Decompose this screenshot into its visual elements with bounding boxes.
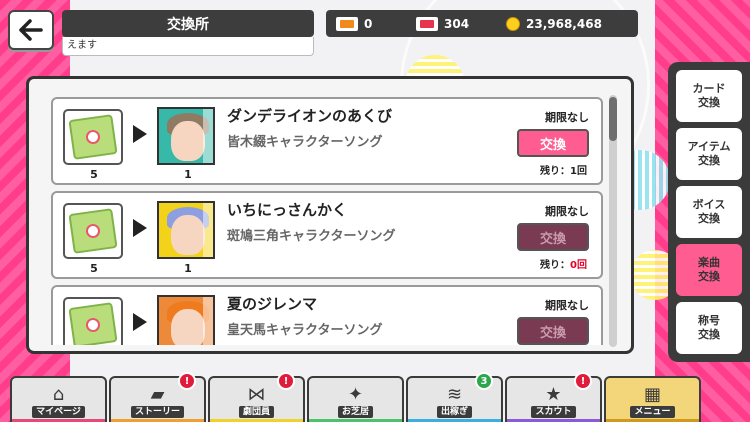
arrow-right-icon	[133, 125, 147, 143]
nav-troupe[interactable]: ! ⋈ 劇団員	[208, 372, 305, 422]
scrollbar[interactable]	[609, 95, 617, 347]
bowtie-icon: ⋈	[247, 384, 266, 405]
back-arrow-icon	[19, 19, 43, 41]
exchange-ticket-icon	[68, 114, 118, 160]
exchange-button[interactable]: 交換	[517, 317, 589, 345]
nav-story[interactable]: ! ▰ ストーリー	[109, 372, 206, 422]
nav-scout[interactable]: ! ★ スカウト	[505, 372, 602, 422]
book-icon: ▰	[150, 384, 165, 405]
currency-value: 23,968,468	[526, 16, 602, 31]
tab-title-exchange[interactable]: 称号 交換	[676, 302, 742, 354]
deadline-label: 期限なし	[545, 299, 589, 312]
house-icon: ⌂	[52, 384, 65, 405]
arrow-right-icon	[133, 313, 147, 331]
tab-music-exchange[interactable]: 楽曲 交換	[676, 244, 742, 296]
currency-value: 304	[444, 16, 470, 31]
nav-menu[interactable]: ▦ メニュー	[604, 376, 701, 422]
grid-icon: ▦	[643, 384, 661, 405]
deadline-label: 期限なし	[545, 111, 589, 124]
exchange-list[interactable]: 5 1 ダンデライオンのあくび 皆木綴キャラクターソング 期限なし 交換 残り：…	[51, 97, 607, 345]
exchange-row: 5 1 ダンデライオンのあくび 皆木綴キャラクターソング 期限なし 交換 残り：…	[51, 97, 603, 185]
character-thumbnail	[157, 295, 215, 345]
remaining-count: 残り：0回	[540, 260, 587, 271]
currency-value: 0	[364, 16, 373, 31]
arrow-right-icon	[133, 219, 147, 237]
page-subtitle: えます	[62, 37, 314, 56]
notification-badge: !	[277, 372, 295, 390]
song-subtitle: 皇天馬キャラクターソング	[227, 323, 383, 338]
currency-bar: 0 304 23,968,468	[326, 10, 638, 37]
nav-dekasegi[interactable]: 3 ≋ 出稼ぎ	[406, 372, 503, 422]
scrollbar-thumb[interactable]	[609, 97, 617, 141]
nav-play[interactable]: ✦ お芝居	[307, 376, 404, 422]
tab-voice-exchange[interactable]: ボイス 交換	[676, 186, 742, 238]
notification-badge: 3	[475, 372, 493, 390]
currency-red-ticket: 304	[416, 16, 506, 31]
exchange-row: 5 1 いちにっさんかく 斑鳩三角キャラクターソング 期限なし 交換 残り：0回	[51, 191, 603, 279]
coin-icon	[506, 16, 520, 31]
exchange-row: 夏のジレンマ 皇天馬キャラクターソング 期限なし 交換	[51, 285, 603, 345]
back-button[interactable]	[8, 10, 54, 50]
character-thumbnail	[157, 201, 215, 259]
bottom-nav: ⌂ マイページ ! ▰ ストーリー ! ⋈ 劇団員 ✦ お芝居 3 ≋ 出稼ぎ …	[10, 372, 750, 422]
remaining-count: 残り：1回	[540, 166, 587, 177]
currency-coins: 23,968,468	[506, 16, 636, 31]
song-title: いちにっさんかく	[227, 201, 348, 219]
character-thumbnail	[157, 107, 215, 165]
cost-count: 5	[90, 168, 98, 181]
exchange-ticket-icon	[68, 208, 118, 254]
exchange-ticket-icon	[68, 302, 118, 345]
tab-item-exchange[interactable]: アイテム 交換	[676, 128, 742, 180]
currency-orange-ticket: 0	[336, 16, 416, 31]
star-badge-icon: ★	[545, 384, 562, 405]
exchange-button[interactable]: 交換	[517, 223, 589, 251]
coins-icon: ≋	[446, 384, 463, 405]
cost-count: 5	[90, 262, 98, 275]
category-tabs: カード 交換 アイテム 交換 ボイス 交換 楽曲 交換 称号 交換	[668, 62, 750, 362]
song-subtitle: 斑鳩三角キャラクターソング	[227, 229, 396, 244]
ticket-cost-box	[63, 297, 123, 345]
red-ticket-icon	[416, 16, 438, 31]
reward-count: 1	[184, 262, 192, 275]
reward-count: 1	[184, 168, 192, 181]
song-subtitle: 皆木綴キャラクターソング	[227, 135, 383, 150]
page-title: 交換所	[62, 10, 314, 37]
notification-badge: !	[574, 372, 592, 390]
deadline-label: 期限なし	[545, 205, 589, 218]
notification-badge: !	[178, 372, 196, 390]
song-title: ダンデライオンのあくび	[227, 107, 393, 125]
nav-mypage[interactable]: ⌂ マイページ	[10, 376, 107, 422]
ticket-cost-box	[63, 203, 123, 259]
ticket-cost-box	[63, 109, 123, 165]
exchange-list-panel: 5 1 ダンデライオンのあくび 皆木綴キャラクターソング 期限なし 交換 残り：…	[26, 76, 634, 354]
tab-card-exchange[interactable]: カード 交換	[676, 70, 742, 122]
orange-ticket-icon	[336, 16, 358, 31]
exchange-button[interactable]: 交換	[517, 129, 589, 157]
song-title: 夏のジレンマ	[227, 295, 318, 313]
stage-icon: ✦	[347, 384, 364, 405]
